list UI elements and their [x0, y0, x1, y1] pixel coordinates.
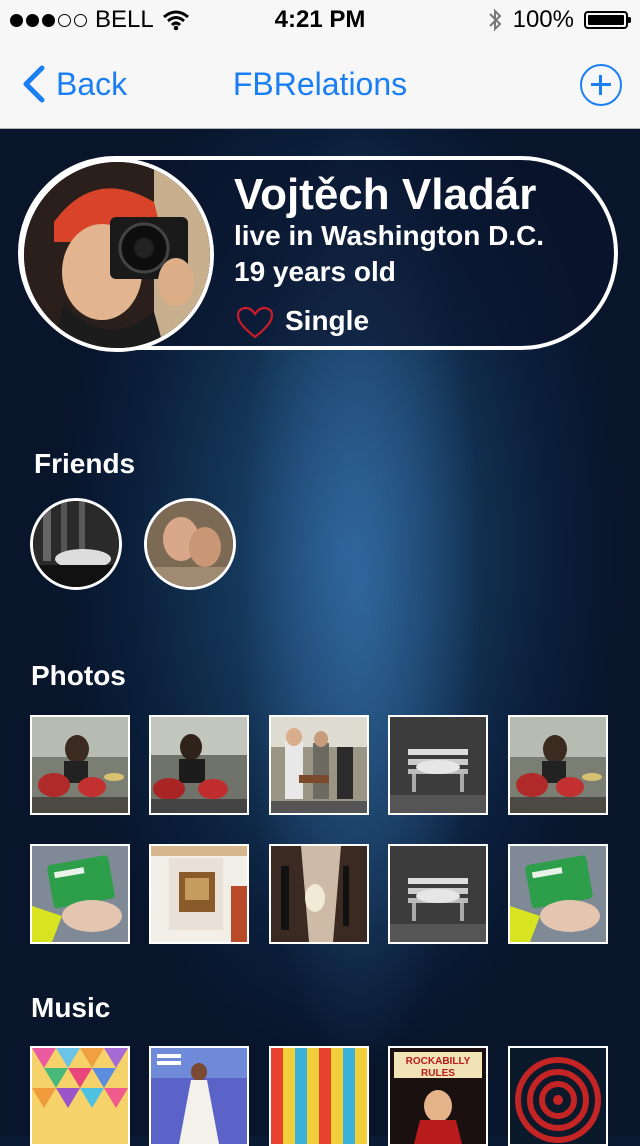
battery-icon: [584, 11, 631, 29]
album-thumbnail[interactable]: ROCKABILLY RULES: [388, 1046, 488, 1146]
bell-poster-album-icon: [271, 1048, 367, 1144]
girl-dress-album-icon: [151, 1048, 247, 1144]
drummer-photo-icon: [32, 717, 128, 813]
heart-icon: [236, 306, 274, 339]
friend-avatar-couple-icon: [147, 501, 233, 587]
bench-bw-photo-icon: [390, 717, 486, 813]
photo-thumbnail[interactable]: [269, 844, 369, 944]
photo-thumbnail[interactable]: [30, 844, 130, 944]
photo-thumbnail[interactable]: [269, 715, 369, 815]
status-right: 100%: [487, 6, 631, 34]
album-thumbnail[interactable]: [30, 1046, 130, 1146]
bench-bw-photo-icon: [390, 846, 486, 942]
photo-thumbnail[interactable]: [149, 844, 249, 944]
profile-location: live in Washington D.C.: [234, 220, 545, 251]
album-thumbnail[interactable]: [508, 1046, 608, 1146]
friend-avatar[interactable]: [144, 498, 236, 590]
add-button[interactable]: [580, 64, 622, 106]
page-title: FBRelations: [232, 66, 408, 102]
status-bar: BELL 4:21 PM 100%: [0, 0, 640, 40]
photo-thumbnail[interactable]: [388, 715, 488, 815]
svg-text:RULES: RULES: [421, 1068, 455, 1079]
photo-thumbnail[interactable]: [30, 715, 130, 815]
photo-thumbnail[interactable]: [508, 844, 608, 944]
relationship-status: Single: [285, 305, 370, 336]
album-thumbnail[interactable]: [149, 1046, 249, 1146]
drummer-photo-icon: [151, 717, 247, 813]
photo-thumbnail[interactable]: [388, 844, 488, 944]
geometric-album-icon: [32, 1048, 128, 1144]
friend-avatar-bw-icon: [33, 501, 119, 587]
friends-title: Friends: [34, 448, 136, 479]
card-hand-photo-icon: [32, 846, 128, 942]
studio-room-photo-icon: [271, 846, 367, 942]
rockabilly-album-icon: ROCKABILLY RULES: [390, 1048, 486, 1144]
svg-text:ROCKABILLY: ROCKABILLY: [406, 1056, 471, 1067]
profile-age: 19 years old: [234, 256, 396, 287]
photo-thumbnail[interactable]: [149, 715, 249, 815]
red-circles-album-icon: [510, 1048, 606, 1144]
photos-title: Photos: [31, 660, 126, 691]
album-thumbnail[interactable]: [269, 1046, 369, 1146]
drummer-photo-icon: [510, 717, 606, 813]
frame-wall-photo-icon: [151, 846, 247, 942]
bluetooth-icon: [488, 8, 502, 32]
profile-avatar[interactable]: [20, 158, 214, 352]
music-title: Music: [31, 992, 111, 1023]
profile-photo-icon: [24, 162, 210, 348]
guitarists-photo-icon: [271, 717, 367, 813]
navigation-bar: Back FBRelations: [0, 40, 640, 129]
profile-name: Vojtěch Vladár: [234, 170, 537, 219]
photo-thumbnail[interactable]: [508, 715, 608, 815]
friend-avatar[interactable]: [30, 498, 122, 590]
card-hand-photo-icon: [510, 846, 606, 942]
battery-label: 100%: [512, 6, 574, 33]
